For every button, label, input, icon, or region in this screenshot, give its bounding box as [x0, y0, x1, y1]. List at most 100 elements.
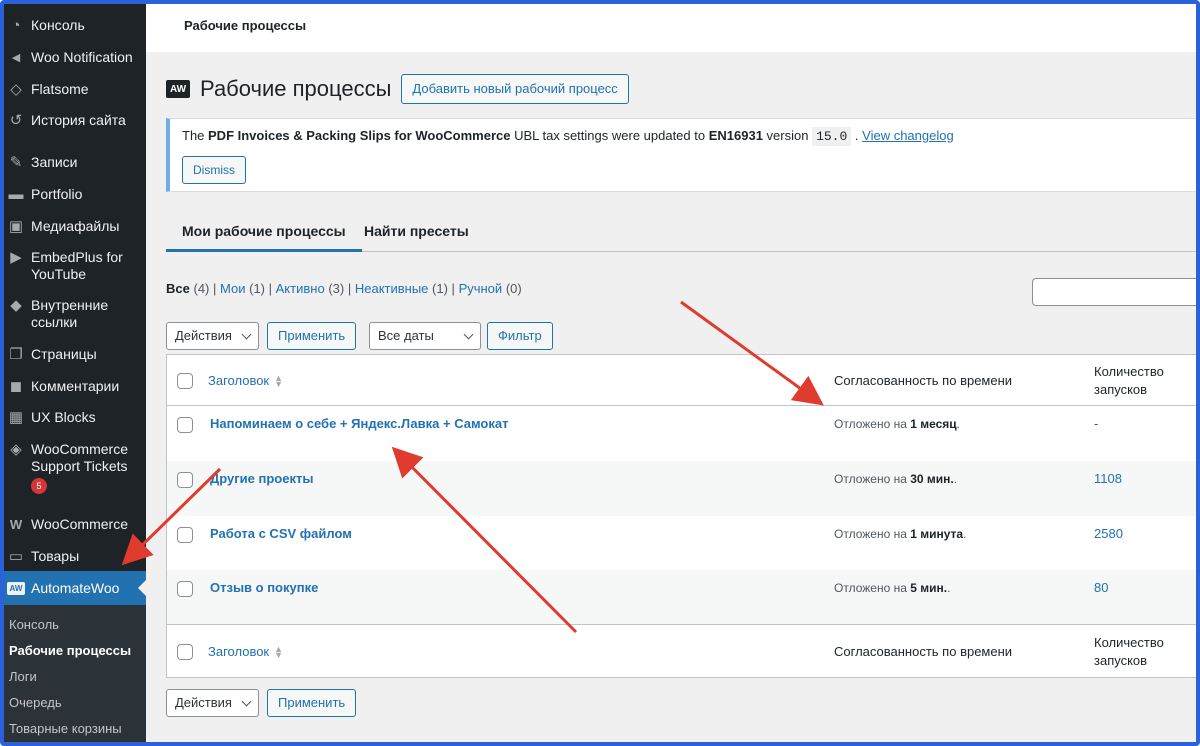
sidebar-item-media[interactable]: ▣ Медиафайлы — [4, 217, 146, 237]
view-mine[interactable]: Мои — [220, 281, 245, 296]
row-checkbox[interactable] — [177, 417, 193, 433]
workflow-title-link[interactable]: Другие проекты — [210, 471, 313, 486]
column-runs: Количество запусков — [1094, 635, 1164, 668]
search-input[interactable] — [1032, 278, 1196, 306]
sidebar-item-internal-links[interactable]: ◆ Внутренние ссылки — [4, 296, 146, 331]
timing-suffix: . — [953, 472, 958, 486]
workflow-runs-link[interactable]: 80 — [1094, 580, 1108, 595]
row-checkbox[interactable] — [177, 581, 193, 597]
notification-badge: 5 — [31, 478, 47, 494]
notice-standard: EN16931 — [708, 128, 763, 143]
view-filters: Все (4) | Мои (1) | Активно (3) | Неакти… — [166, 281, 522, 296]
column-title-label: Заголовок — [208, 644, 270, 659]
dashboard-icon: ◔ — [11, 17, 21, 34]
chevron-down-icon — [241, 329, 252, 340]
main-content: AW Рабочие процессы Добавить новый рабоч… — [146, 52, 1196, 742]
column-runs: Количество запусков — [1094, 364, 1164, 397]
submenu-workflows[interactable]: Рабочие процессы — [9, 643, 131, 658]
dates-value: Все даты — [378, 328, 434, 343]
view-all-count: (4) — [193, 281, 210, 296]
submenu-console[interactable]: Консоль — [9, 617, 59, 632]
view-manual[interactable]: Ручной — [459, 281, 503, 296]
select-all-checkbox[interactable] — [177, 373, 193, 389]
automatewoo-submenu: Консоль Рабочие процессы Логи Очередь То… — [4, 605, 146, 742]
timing-prefix: Отложено на — [834, 527, 911, 541]
workflow-timing: Отложено на 1 месяц. — [834, 417, 960, 431]
comment-icon: ◼ — [9, 378, 23, 395]
timing-suffix: . — [963, 527, 967, 541]
sidebar-item-embedplus[interactable]: ▶ EmbedPlus for YouTube — [4, 248, 146, 283]
sidebar-item-products[interactable]: ▭ Товары — [4, 547, 146, 567]
tab-find-presets[interactable]: Найти пресеты — [348, 212, 485, 252]
sidebar-item-label-wrap: WooCommerce Support Tickets 5 — [31, 440, 141, 494]
column-title-label: Заголовок — [208, 373, 270, 388]
table-row: Другие проекты Отложено на 30 мин.. 1108 — [167, 461, 1196, 516]
sidebar-item-flatsome[interactable]: ◇ Flatsome — [4, 80, 146, 100]
view-separator: | — [268, 281, 273, 296]
sort-icon: ▲ ▼ — [274, 372, 284, 389]
sidebar-item-label: Portfolio — [31, 186, 83, 202]
sidebar-item-label: Комментарии — [31, 378, 120, 394]
view-separator: | — [451, 281, 455, 296]
submenu-logs[interactable]: Логи — [9, 669, 37, 684]
workflow-title-link[interactable]: Работа с CSV файлом — [210, 526, 352, 541]
sidebar-item-woo-notification[interactable]: ◀ Woo Notification — [4, 48, 146, 68]
timing-suffix: . — [956, 417, 961, 431]
support-icon: ◈ — [10, 441, 22, 458]
view-separator: | — [347, 281, 352, 296]
sidebar-item-portfolio[interactable]: ▬ Portfolio — [4, 185, 146, 205]
select-all-checkbox-bottom[interactable] — [177, 644, 193, 660]
view-all[interactable]: Все — [166, 281, 190, 296]
automatewoo-logo: AW — [166, 80, 190, 98]
sidebar-item-woocommerce[interactable]: W WooCommerce — [4, 515, 146, 535]
view-changelog-link[interactable]: View changelog — [862, 128, 954, 143]
pin-icon: ✎ — [9, 154, 23, 171]
dismiss-button[interactable]: Dismiss — [182, 156, 246, 184]
timing-value: 30 мин. — [910, 472, 954, 486]
workflow-runs-link[interactable]: 1108 — [1094, 471, 1122, 486]
workflow-timing: Отложено на 5 мин.. — [834, 581, 950, 595]
sidebar-item-automatewoo[interactable]: AW AutomateWoo — [4, 571, 146, 605]
sidebar-item-posts[interactable]: ✎ Записи — [4, 153, 146, 173]
dates-select[interactable]: Все даты — [369, 322, 481, 350]
sidebar-item-console[interactable]: ◔ Консоль — [4, 16, 146, 36]
row-checkbox[interactable] — [177, 527, 193, 543]
sidebar-item-pages[interactable]: ❐ Страницы — [4, 345, 146, 365]
submenu-queue[interactable]: Очередь — [9, 695, 62, 710]
workflow-runs-link[interactable]: 2580 — [1094, 526, 1123, 541]
timing-prefix: Отложено на — [834, 581, 911, 595]
view-active[interactable]: Активно — [276, 281, 325, 296]
sidebar-item-label: Внутренние ссылки — [31, 297, 109, 330]
notice-text-pre: The — [182, 128, 209, 143]
bulk-actions-select-bottom[interactable]: Действия — [166, 689, 259, 717]
workflow-timing: Отложено на 1 минута. — [834, 527, 966, 541]
chevron-down-icon — [241, 696, 252, 707]
sidebar-item-label: AutomateWoo — [31, 580, 120, 596]
tab-my-workflows[interactable]: Мои рабочие процессы — [166, 212, 362, 252]
sidebar-item-history[interactable]: ↺ История сайта — [4, 111, 146, 131]
sidebar-item-ux-blocks[interactable]: ▦ UX Blocks — [4, 408, 146, 428]
apply-button-bottom[interactable]: Применить — [267, 689, 357, 717]
admin-sidebar: ◔ Консоль ◀ Woo Notification ◇ Flatsome … — [4, 4, 146, 742]
column-title-sort[interactable]: Заголовок ▲ ▼ — [208, 373, 283, 388]
filter-button[interactable]: Фильтр — [487, 322, 553, 350]
sidebar-item-comments[interactable]: ◼ Комментарии — [4, 377, 146, 397]
notice-separator: . — [851, 128, 863, 143]
sidebar-item-support-tickets[interactable]: ◈ WooCommerce Support Tickets 5 — [4, 440, 146, 494]
workflow-title-link[interactable]: Напоминаем о себе + Яндекс.Лавка + Самок… — [210, 416, 508, 431]
timing-suffix: . — [947, 581, 951, 595]
row-checkbox[interactable] — [177, 472, 193, 488]
add-workflow-button[interactable]: Добавить новый рабочий процесс — [401, 74, 629, 104]
column-title-sort-bottom[interactable]: Заголовок ▲ ▼ — [208, 644, 283, 659]
workflow-title-link[interactable]: Отзыв о покупке — [210, 580, 318, 595]
media-icon: ▣ — [8, 218, 24, 235]
bulk-actions-select-top[interactable]: Действия — [166, 322, 259, 350]
apply-button-top[interactable]: Применить — [267, 322, 357, 350]
sidebar-item-label: Медиафайлы — [31, 218, 120, 234]
notice-plugin-name: PDF Invoices & Packing Slips for WooComm… — [208, 128, 511, 143]
view-inactive[interactable]: Неактивные — [355, 281, 429, 296]
submenu-carts[interactable]: Товарные корзины — [9, 721, 122, 736]
timing-value: 1 месяц — [910, 417, 957, 431]
top-header-bar: Рабочие процессы — [146, 4, 1196, 52]
diamond-icon: ◇ — [10, 81, 22, 98]
